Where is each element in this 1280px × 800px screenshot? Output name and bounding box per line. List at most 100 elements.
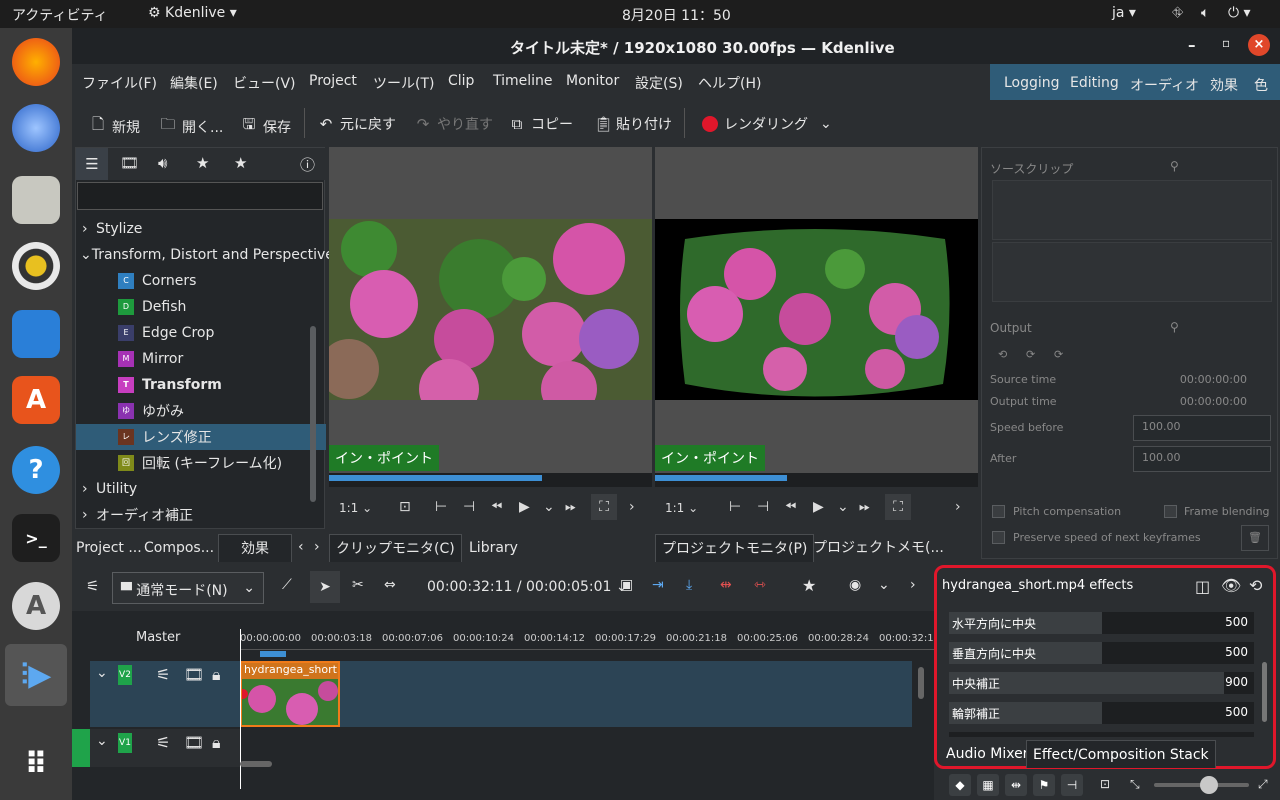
selection-tool-icon[interactable]: ➤	[310, 571, 340, 603]
tab-project-notes[interactable]: プロジェクトメモ(...	[807, 534, 950, 562]
show-apps-icon[interactable]: ⠿	[12, 740, 60, 788]
software-center-icon[interactable]: A	[12, 376, 60, 424]
chevron-left-icon[interactable]: ‹	[298, 539, 304, 555]
rhythmbox-icon[interactable]	[12, 242, 60, 290]
writer-icon[interactable]	[12, 310, 60, 358]
project-monitor-video[interactable]	[655, 219, 978, 400]
forward-icon[interactable]: ⏩︎	[565, 499, 576, 515]
chevron-right-icon[interactable]: ›	[314, 539, 320, 555]
power-icon[interactable]: ⏻ ▾	[1228, 5, 1251, 21]
language-indicator[interactable]: ja ▾	[1112, 5, 1136, 21]
terminal-icon[interactable]: >_	[12, 514, 60, 562]
menu-settings[interactable]: 設定(S)	[635, 73, 683, 93]
compare-split-icon[interactable]: ◫	[1195, 577, 1210, 596]
chevron-right-icon[interactable]: ›	[629, 499, 635, 515]
effect-item-distort[interactable]: ゆゆがみ	[76, 398, 326, 424]
effect-item-lens-correction[interactable]: レレンズ修正	[76, 424, 326, 450]
menu-project[interactable]: Project	[309, 73, 357, 89]
layout-logging[interactable]: Logging	[1004, 75, 1060, 91]
volume-icon[interactable]: 🔈︎	[1201, 5, 1209, 21]
param-edge-correction[interactable]: 輪郭補正 500	[949, 702, 1254, 724]
lift-icon[interactable]: ⇿	[754, 577, 766, 593]
param-more[interactable]	[949, 732, 1254, 737]
thunderbird-icon[interactable]	[12, 104, 60, 152]
tab-effect-stack[interactable]: Effect/Composition Stack	[1026, 740, 1216, 768]
open-button[interactable]: 🗀 開く...	[160, 114, 223, 139]
after-input[interactable]: 100.00	[1133, 446, 1271, 472]
save-button[interactable]: 🖫 保存	[241, 114, 291, 139]
project-monitor-ruler[interactable]	[655, 473, 978, 487]
tab-project-monitor[interactable]: プロジェクトモニタ(P)	[655, 534, 815, 562]
effect-item-mirror[interactable]: M Mirror	[76, 346, 326, 372]
reset-icon[interactable]: ⟲	[1249, 576, 1262, 595]
layout-color[interactable]: 色	[1254, 75, 1268, 95]
keyframe-add-icon[interactable]: ⟳	[1026, 348, 1035, 361]
track-header-v2[interactable]: ⌄ V2 ⚟ 🎞︎ 🔒︎	[90, 661, 240, 727]
overwrite-icon[interactable]: ⤓	[686, 577, 692, 593]
list-icon[interactable]: ☰	[76, 148, 108, 180]
undo-button[interactable]: ↶ 元に戻す	[318, 114, 396, 134]
effect-item-corners[interactable]: C Corners	[76, 268, 326, 294]
chevron-right-icon[interactable]: ›	[955, 499, 961, 515]
audio-filter-icon[interactable]: 🔊︎	[158, 154, 167, 172]
paste-button[interactable]: 📋︎ 貼り付け	[594, 114, 672, 134]
keyframe-prev-icon[interactable]: ⟲	[998, 348, 1007, 361]
menu-edit[interactable]: 編集(E)	[170, 73, 218, 93]
lock-icon[interactable]: 🔒︎	[212, 665, 221, 685]
help-icon[interactable]: ?	[12, 446, 60, 494]
param-center-correction[interactable]: 中央補正 900	[949, 672, 1254, 694]
pitch-compensation-checkbox[interactable]	[992, 505, 1005, 518]
kdenlive-dock-icon[interactable]: ⫶▶	[5, 644, 67, 706]
forward-icon[interactable]: ⏩︎	[859, 499, 870, 515]
clock[interactable]: 8月20日 11：50	[622, 5, 731, 25]
zone-marker[interactable]	[260, 651, 286, 657]
custom-effects-icon[interactable]: ★	[196, 154, 209, 172]
chevron-down-icon[interactable]: ⌄	[543, 499, 555, 515]
snap-icon[interactable]: ⊣	[1061, 774, 1083, 796]
timecode-display[interactable]: 00:00:32:11 / 00:00:05:01 ⌄	[427, 579, 628, 595]
video-filter-icon[interactable]: 🎞︎	[120, 154, 139, 172]
fullscreen-icon[interactable]: ⊡	[399, 499, 411, 515]
effect-category-stylize[interactable]: › Stylize	[76, 216, 326, 242]
effect-wand-icon[interactable]: ⚟	[156, 665, 170, 684]
favorites-icon[interactable]: ★	[234, 154, 247, 172]
preview-render-icon[interactable]: ◉	[849, 577, 861, 593]
network-icon[interactable]: ⛗	[1172, 5, 1183, 21]
effect-category-audio-correction[interactable]: › オーディオ補正	[76, 502, 326, 528]
keyframe-next-icon[interactable]: ⟳	[1054, 348, 1063, 361]
effect-category-transform[interactable]: ⌄ Transform, Distort and Perspective	[76, 242, 334, 268]
tab-clip-monitor[interactable]: クリップモニタ(C)	[329, 534, 462, 562]
slip-tool-icon[interactable]: ⇔	[384, 577, 396, 593]
menu-monitor[interactable]: Monitor	[566, 73, 619, 89]
effects-search-input[interactable]	[77, 182, 323, 210]
insert-icon[interactable]: ⇥	[652, 577, 664, 593]
hide-track-icon[interactable]: 🎞︎	[184, 733, 204, 752]
set-zone-out-icon[interactable]: ⊣	[757, 499, 769, 515]
clip-monitor-video[interactable]	[329, 219, 652, 400]
play-icon[interactable]: ▶	[519, 499, 530, 515]
firefox-icon[interactable]	[12, 38, 60, 86]
speed-before-input[interactable]: 100.00	[1133, 415, 1271, 441]
tab-effects[interactable]: 効果	[218, 534, 292, 562]
effects-scrollbar[interactable]	[310, 326, 316, 502]
activities-button[interactable]: アクティビティ	[12, 5, 108, 25]
effect-category-utility[interactable]: › Utility	[76, 476, 326, 502]
minimize-button[interactable]: –	[1188, 36, 1196, 54]
timeline-hscrollbar[interactable]	[240, 761, 272, 767]
zoom-slider-handle[interactable]	[1200, 776, 1218, 794]
track-v1-area[interactable]	[240, 729, 912, 767]
close-button[interactable]: ×	[1248, 34, 1270, 56]
render-button[interactable]: レンダリング ⌄	[702, 114, 832, 134]
menu-help[interactable]: ヘルプ(H)	[698, 73, 761, 93]
tab-audio-mixer[interactable]: Audio Mixer	[940, 740, 1034, 768]
rewind-icon[interactable]: ⏪︎	[491, 499, 502, 515]
track-v2-area[interactable]	[240, 661, 912, 727]
effect-stack-scrollbar[interactable]	[1262, 662, 1267, 722]
clip-zoom-select[interactable]: 1:1 ⌄	[339, 501, 372, 515]
lock-icon[interactable]: 🔒︎	[212, 733, 221, 753]
effect-item-defish[interactable]: D Defish	[76, 294, 326, 320]
zoom-fit-icon[interactable]: ⊡	[1100, 777, 1110, 791]
tab-compositions[interactable]: Compos...	[138, 534, 220, 562]
clip-monitor-ruler[interactable]	[329, 473, 652, 487]
zoom-in-icon[interactable]: ⤢	[1258, 777, 1268, 792]
